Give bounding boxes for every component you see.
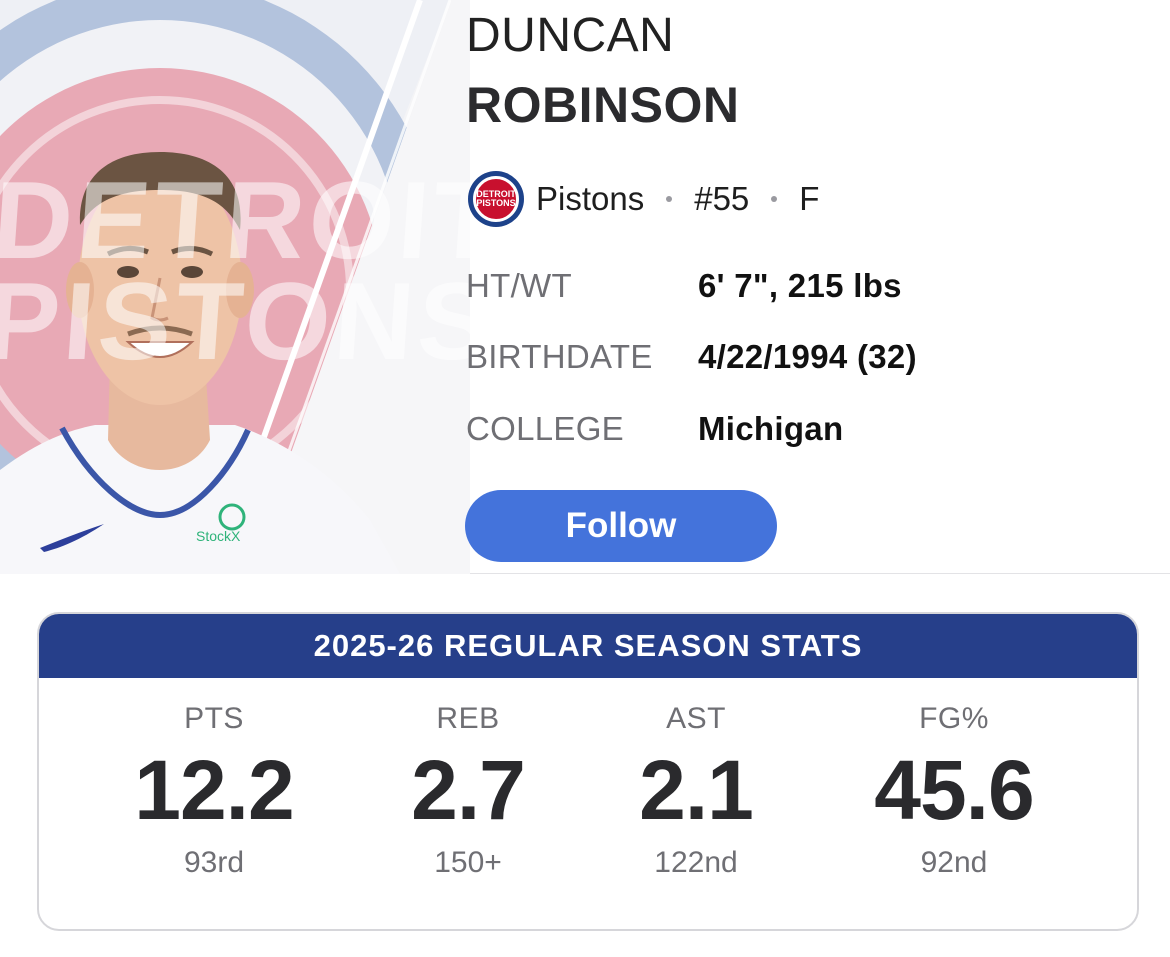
separator-dot-icon — [771, 196, 778, 202]
stat-fg-pct: FG% 45.6 92nd — [834, 678, 1074, 880]
team-info-line: DETROIT PISTONS Pistons #55 F — [468, 170, 819, 228]
player-position: F — [799, 180, 820, 217]
player-last-name: ROBINSON — [466, 77, 740, 133]
follow-button[interactable]: Follow — [465, 490, 777, 562]
info-label: COLLEGE — [466, 410, 624, 447]
player-header: StockX DETROIT PISTONS DUNCAN ROBINSON D… — [0, 0, 1170, 574]
stat-label: PTS — [184, 702, 244, 735]
info-value: 4/22/1994 (32) — [698, 338, 917, 375]
player-first-name: DUNCAN — [466, 9, 675, 62]
stat-value: 2.1 — [639, 743, 754, 837]
info-row-college: COLLEGE Michigan — [466, 407, 843, 451]
player-photo: StockX DETROIT PISTONS — [0, 0, 470, 574]
separator-dot-icon — [666, 196, 673, 202]
jersey-number: #55 — [694, 180, 750, 217]
info-label: BIRTHDATE — [466, 338, 653, 375]
team-logo-text: DETROIT PISTONS — [473, 176, 519, 222]
stat-rank: 122nd — [654, 846, 738, 880]
stat-rank: 150+ — [434, 846, 502, 880]
stat-pts: PTS 12.2 93rd — [94, 678, 334, 880]
info-label: HT/WT — [466, 267, 572, 304]
info-value: Michigan — [698, 410, 844, 447]
stat-ast: AST 2.1 122nd — [576, 678, 816, 880]
stats-title: 2025-26 REGULAR SEASON STATS — [39, 614, 1137, 678]
stat-label: FG% — [919, 702, 989, 735]
info-row-birthdate: BIRTHDATE 4/22/1994 (32) — [466, 335, 917, 379]
season-stats-card: 2025-26 REGULAR SEASON STATS PTS 12.2 93… — [37, 612, 1139, 931]
pistons-logo-icon[interactable]: DETROIT PISTONS — [468, 171, 524, 227]
stat-value: 45.6 — [874, 743, 1035, 837]
stat-label: AST — [666, 702, 726, 735]
info-value: 6' 7", 215 lbs — [698, 267, 902, 304]
stat-value: 12.2 — [134, 743, 295, 837]
team-watermark: DETROIT PISTONS — [0, 159, 470, 384]
info-row-ht-wt: HT/WT 6' 7", 215 lbs — [466, 264, 902, 308]
stat-rank: 92nd — [920, 846, 988, 880]
stat-value: 2.7 — [411, 743, 526, 837]
player-profile-page: StockX DETROIT PISTONS DUNCAN ROBINSON D… — [0, 0, 1170, 957]
team-name[interactable]: Pistons — [536, 180, 644, 218]
stat-label: REB — [436, 702, 500, 735]
stat-rank: 93rd — [183, 846, 245, 880]
stat-reb: REB 2.7 150+ — [348, 678, 588, 880]
jersey-sponsor-label: StockX — [196, 528, 241, 544]
